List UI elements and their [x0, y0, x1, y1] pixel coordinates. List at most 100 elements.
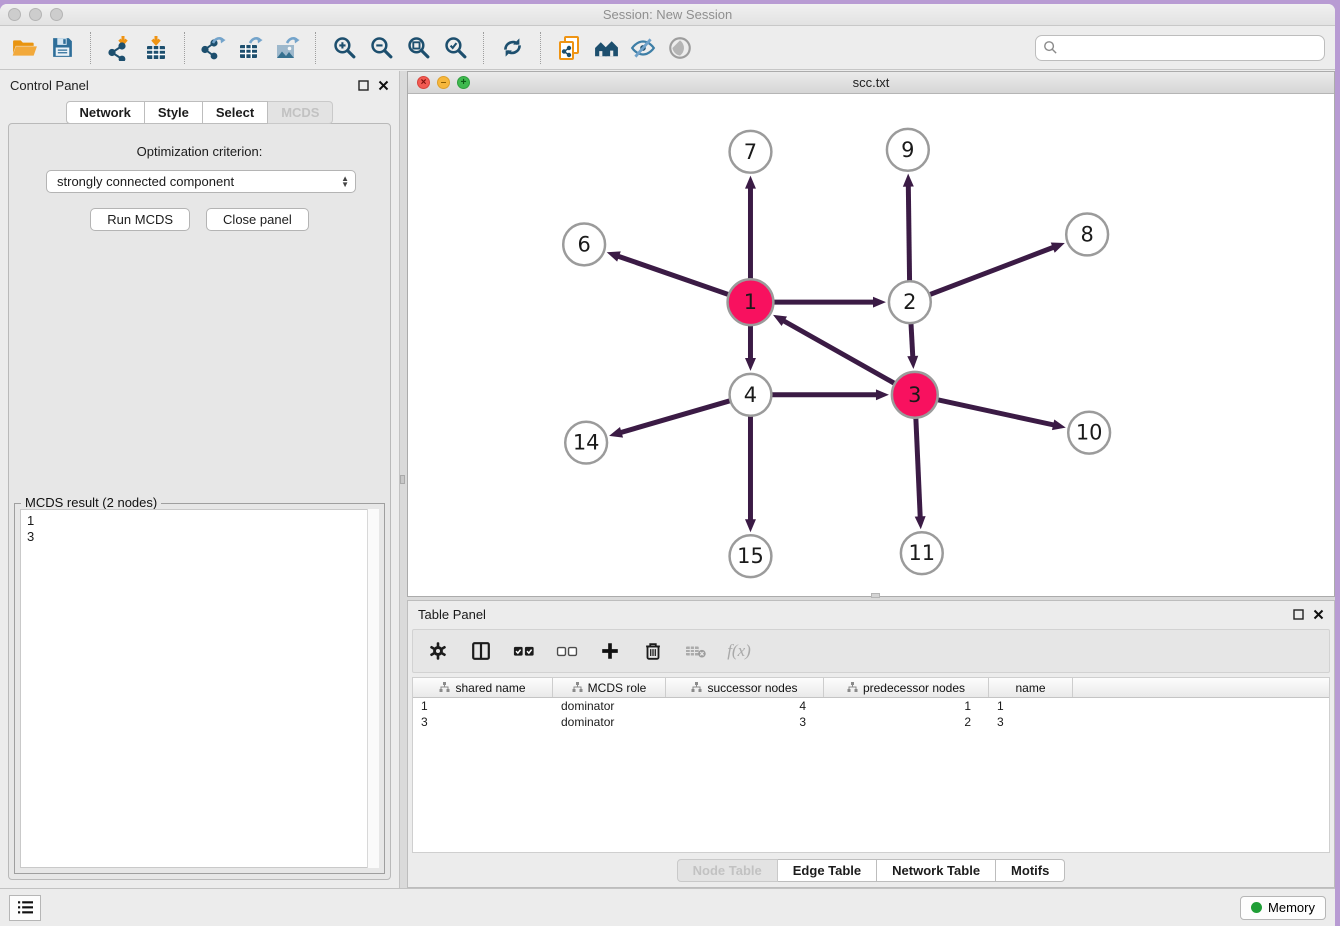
graph-node-8[interactable]: 8 [1066, 214, 1108, 256]
float-panel-icon[interactable] [358, 80, 369, 91]
export-table-button[interactable] [235, 32, 265, 64]
close-window-button[interactable] [8, 8, 21, 21]
graph-node-11[interactable]: 11 [901, 532, 943, 574]
import-table-button[interactable] [141, 32, 171, 64]
deselect-all-columns-button[interactable] [554, 638, 580, 664]
delete-column-button[interactable] [640, 638, 666, 664]
zoom-selected-button[interactable] [440, 32, 470, 64]
mcds-result-text[interactable]: 1 3 [20, 509, 379, 868]
search-box[interactable] [1035, 35, 1325, 61]
open-session-button[interactable] [10, 32, 40, 64]
network-window: × – + scc.txt 1 2 3 4 6 7 8 9 10 11 14 15 [407, 71, 1335, 597]
close-panel-icon[interactable] [1313, 609, 1324, 620]
column-view-icon [470, 640, 492, 662]
graph-node-3[interactable]: 3 [892, 372, 938, 418]
function-builder-button[interactable]: f(x) [726, 638, 752, 664]
column-header-predecessor-nodes[interactable]: predecessor nodes [824, 678, 989, 697]
graph-node-4[interactable]: 4 [730, 374, 772, 416]
cell-successor-nodes[interactable]: 4 [666, 698, 824, 714]
cell-MCDS-role[interactable]: dominator [553, 698, 666, 714]
graph-node-6[interactable]: 6 [563, 223, 605, 265]
table-row[interactable]: 1dominator411 [413, 698, 1329, 714]
column-header-successor-nodes[interactable]: successor nodes [666, 678, 824, 697]
graph-node-10[interactable]: 10 [1068, 412, 1110, 454]
zoom-out-button[interactable] [366, 32, 396, 64]
network-window-titlebar[interactable]: × – + scc.txt [408, 72, 1334, 94]
mcds-pane: Optimization criterion: strongly connect… [8, 123, 391, 880]
control-tab-style[interactable]: Style [145, 101, 203, 124]
table-panel-header: Table Panel [408, 601, 1334, 627]
memory-button[interactable]: Memory [1240, 896, 1326, 920]
graph-node-9[interactable]: 9 [887, 129, 929, 171]
column-view-button[interactable] [468, 638, 494, 664]
table-tab-network-table[interactable]: Network Table [877, 859, 996, 882]
settings-gear-button[interactable] [425, 638, 451, 664]
fit-content-button[interactable] [403, 32, 433, 64]
cell-MCDS-role[interactable]: dominator [553, 714, 666, 730]
deselect-all-icon [555, 640, 579, 662]
close-panel-button[interactable]: Close panel [206, 208, 309, 231]
optimization-criterion-value: strongly connected component [57, 174, 234, 189]
table-body: 1dominator4113dominator323 [413, 698, 1329, 730]
app-window-controls [8, 8, 63, 21]
table-panel: Table Panel f(x) shared nameMCDS rolesuc… [407, 600, 1335, 888]
graph-node-1[interactable]: 1 [728, 279, 774, 325]
table-tab-node-table[interactable]: Node Table [677, 859, 778, 882]
graph-edge-arrowhead [873, 297, 886, 308]
svg-text:6: 6 [577, 232, 590, 256]
minimize-window-button[interactable] [29, 8, 42, 21]
cell-shared-name[interactable]: 3 [413, 714, 553, 730]
refresh-button[interactable] [497, 32, 527, 64]
column-header-MCDS-role[interactable]: MCDS role [553, 678, 666, 697]
cell-name[interactable]: 1 [989, 698, 1073, 714]
run-mcds-button[interactable]: Run MCDS [90, 208, 190, 231]
delete-table-button[interactable] [683, 638, 709, 664]
horizontal-splitter-grip[interactable] [871, 593, 880, 598]
cell-predecessor-nodes[interactable]: 2 [824, 714, 989, 730]
export-network-button[interactable] [198, 32, 228, 64]
graph-edge-2-8[interactable] [910, 247, 1055, 302]
result-scrollbar[interactable] [367, 509, 379, 868]
float-panel-icon[interactable] [1293, 609, 1304, 620]
table-row[interactable]: 3dominator323 [413, 714, 1329, 730]
search-input[interactable] [1063, 40, 1317, 55]
graph-node-2[interactable]: 2 [889, 281, 931, 323]
graph-node-14[interactable]: 14 [565, 422, 607, 464]
close-network-button[interactable]: × [417, 76, 430, 89]
show-panels-button[interactable] [9, 895, 41, 921]
maximize-window-button[interactable] [50, 8, 63, 21]
control-tab-select[interactable]: Select [203, 101, 268, 124]
select-all-columns-button[interactable] [511, 638, 537, 664]
cell-successor-nodes[interactable]: 3 [666, 714, 824, 730]
column-header-shared-name[interactable]: shared name [413, 678, 553, 697]
cell-name[interactable]: 3 [989, 714, 1073, 730]
minimize-network-button[interactable]: – [437, 76, 450, 89]
network-canvas[interactable]: 1 2 3 4 6 7 8 9 10 11 14 15 [408, 94, 1334, 596]
export-image-button[interactable] [272, 32, 302, 64]
table-tab-edge-table[interactable]: Edge Table [778, 859, 877, 882]
column-type-icon [691, 682, 702, 693]
table-tab-motifs[interactable]: Motifs [996, 859, 1065, 882]
import-network-button[interactable] [104, 32, 134, 64]
cell-shared-name[interactable]: 1 [413, 698, 553, 714]
close-panel-icon[interactable] [378, 80, 389, 91]
cell-predecessor-nodes[interactable]: 1 [824, 698, 989, 714]
column-header-name[interactable]: name [989, 678, 1073, 697]
svg-text:11: 11 [908, 541, 935, 565]
zoom-in-button[interactable] [329, 32, 359, 64]
graph-node-15[interactable]: 15 [730, 535, 772, 577]
column-type-icon [439, 682, 450, 693]
add-column-button[interactable] [597, 638, 623, 664]
svg-text:9: 9 [901, 138, 914, 162]
optimization-criterion-select[interactable]: strongly connected component ▲▼ [46, 170, 356, 193]
control-tab-network[interactable]: Network [66, 101, 145, 124]
save-session-button[interactable] [47, 32, 77, 64]
first-neighbors-button[interactable] [591, 32, 621, 64]
vertical-splitter-grip[interactable] [400, 475, 405, 484]
new-network-from-selection-button[interactable] [554, 32, 584, 64]
zoom-network-button[interactable]: + [457, 76, 470, 89]
graph-node-7[interactable]: 7 [730, 131, 772, 173]
control-tab-mcds[interactable]: MCDS [268, 101, 333, 124]
hide-panel-eye-button[interactable] [665, 32, 695, 64]
graphics-details-button[interactable] [628, 32, 658, 64]
